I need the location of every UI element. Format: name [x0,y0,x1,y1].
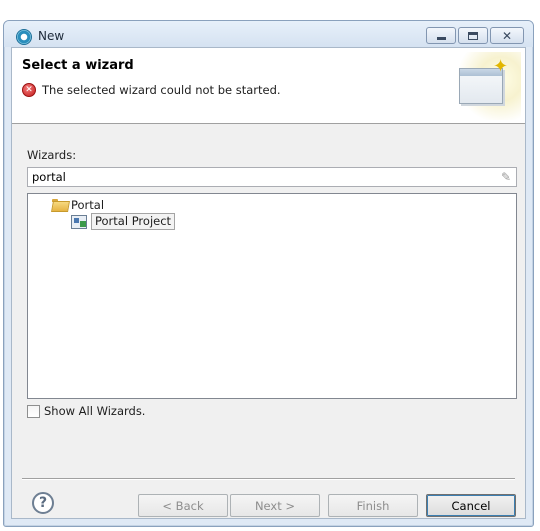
dialog-window: New ✕ Select a wizard ✕ The selected wiz… [3,20,534,527]
maximize-button[interactable] [458,27,488,44]
back-button[interactable]: < Back [138,494,228,517]
finish-button[interactable]: Finish [328,494,418,517]
wizards-label: Wizards: [27,148,77,162]
page-title: Select a wizard [22,58,134,73]
window-title: New [38,29,65,43]
wizard-header: Select a wizard ✕ The selected wizard co… [12,48,525,124]
footer-separator [22,478,515,480]
title-bar[interactable]: New ✕ [4,21,533,47]
wizard-tree[interactable]: Portal Portal Project [27,193,517,399]
show-all-wizards-row[interactable]: Show All Wizards. [27,404,145,418]
tree-item-label: Portal Project [91,213,176,230]
minimize-button[interactable] [426,27,456,44]
maximize-icon [468,31,478,40]
cancel-button[interactable]: Cancel [426,494,516,517]
eclipse-app-icon [16,29,32,45]
minimize-icon [436,36,446,40]
new-wizard-banner-icon: ✦ [453,52,521,120]
folder-open-icon [52,199,67,210]
sparkle-icon: ✦ [493,56,509,77]
wizard-filter-input[interactable] [27,167,517,187]
tree-item-portal-project[interactable]: Portal Project [71,213,176,230]
dialog-client-area: Select a wizard ✕ The selected wizard co… [11,47,526,519]
show-all-wizards-label: Show All Wizards. [44,404,146,418]
error-icon: ✕ [22,83,36,97]
close-button[interactable]: ✕ [490,27,524,44]
show-all-wizards-checkbox[interactable] [27,404,40,418]
next-button[interactable]: Next > [230,494,320,517]
help-icon[interactable]: ? [32,492,54,514]
eraser-icon[interactable]: ✎ [499,170,513,184]
error-message: The selected wizard could not be started… [42,83,281,97]
tree-item-label: Portal [71,197,105,212]
error-message-row: ✕ The selected wizard could not be start… [22,83,281,97]
portal-project-icon [71,214,87,229]
close-icon: ✕ [501,28,513,43]
tree-item-portal[interactable]: Portal [52,196,104,213]
